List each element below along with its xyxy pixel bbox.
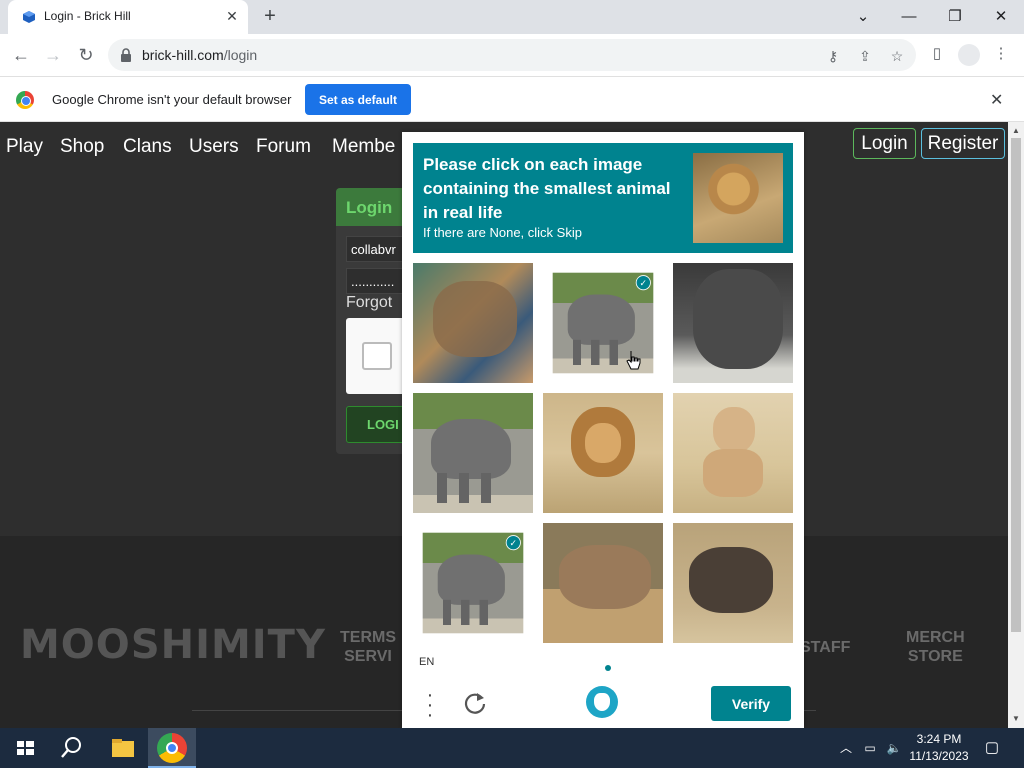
- infobar-close-icon[interactable]: ✕: [990, 90, 1003, 110]
- close-window-icon[interactable]: ✕: [988, 4, 1014, 30]
- challenge-tile-6[interactable]: [673, 393, 793, 513]
- url-text: brick-hill.com/login: [142, 47, 257, 63]
- brick-hill-favicon-icon: [23, 11, 35, 23]
- tab-strip: Login - Brick Hill ✕ + ⌄ — ❐ ✕: [0, 0, 1024, 34]
- nav-login-button[interactable]: Login: [853, 128, 916, 159]
- share-icon[interactable]: ⇪: [856, 47, 874, 65]
- tile-image: [413, 263, 533, 383]
- tab-active[interactable]: Login - Brick Hill ✕: [8, 0, 248, 34]
- page-dot: [595, 665, 601, 671]
- scroll-down-icon[interactable]: ▼: [1008, 712, 1024, 726]
- notifications-icon[interactable]: ▢: [984, 740, 1000, 756]
- challenge-tile-1[interactable]: [413, 263, 533, 383]
- side-panel-icon[interactable]: ▯: [926, 43, 948, 65]
- challenge-tile-7[interactable]: ✓: [422, 532, 524, 634]
- default-browser-infobar: Google Chrome isn't your default browser…: [0, 76, 1024, 122]
- chrome-icon-center: [166, 742, 178, 754]
- nav-play[interactable]: Play: [6, 136, 43, 158]
- url-path: /login: [223, 47, 258, 63]
- chrome-logo-icon: [16, 91, 34, 109]
- more-menu-icon[interactable]: ⋮: [990, 43, 1012, 65]
- tile-image: [413, 393, 533, 513]
- tile-image: [673, 263, 793, 383]
- language-selector[interactable]: EN: [419, 656, 434, 668]
- clock-date: 11/13/2023: [909, 749, 969, 763]
- challenge-sub-prompt: If there are None, click Skip: [423, 225, 582, 240]
- tile-image: [673, 523, 793, 643]
- nav-clans[interactable]: Clans: [123, 136, 172, 158]
- tile-image: [673, 393, 793, 513]
- scroll-thumb[interactable]: [1011, 138, 1021, 632]
- scroll-up-icon[interactable]: ▲: [1008, 124, 1024, 138]
- page-dot-active: [605, 665, 611, 671]
- challenge-tile-9[interactable]: [673, 523, 793, 643]
- challenge-tile-5[interactable]: [543, 393, 663, 513]
- selected-check-icon: ✓: [635, 275, 651, 291]
- infobar-message: Google Chrome isn't your default browser: [52, 92, 292, 107]
- mouse-pointer-hand-icon: [626, 351, 641, 370]
- profile-avatar[interactable]: [958, 44, 980, 66]
- selected-check-icon: ✓: [505, 535, 521, 551]
- nav-members[interactable]: Membe: [332, 136, 395, 158]
- nav-users[interactable]: Users: [189, 136, 239, 158]
- example-lion-image: [693, 153, 783, 243]
- challenge-header: Please click on each image containing th…: [413, 143, 793, 253]
- login-card-title: Login: [346, 198, 393, 217]
- footer-link-terms[interactable]: TERMS SERVI: [340, 628, 396, 666]
- challenge-prompt: Please click on each image containing th…: [423, 155, 671, 222]
- nav-register-button[interactable]: Register: [921, 128, 1005, 159]
- lock-icon: [121, 48, 131, 62]
- tile-image: [543, 523, 663, 643]
- volume-muted-icon[interactable]: 🔈: [886, 740, 902, 756]
- network-icon[interactable]: ▭: [862, 740, 878, 756]
- challenge-tile-4[interactable]: [413, 393, 533, 513]
- verify-button[interactable]: Verify: [711, 686, 791, 721]
- search-icon[interactable]: [57, 733, 87, 763]
- page-indicator: [595, 658, 615, 676]
- windows-start-icon[interactable]: [10, 733, 40, 763]
- forward-arrow-icon[interactable]: →: [40, 42, 66, 68]
- challenge-tile-8[interactable]: [543, 523, 663, 643]
- refresh-icon[interactable]: [462, 690, 488, 716]
- new-tab-icon[interactable]: +: [258, 5, 282, 29]
- set-as-default-button[interactable]: Set as default: [305, 84, 411, 115]
- browser-toolbar: ← → ↻ brick-hill.com/login ⚷ ⇪ ☆ ▯ ⋮: [0, 34, 1024, 76]
- tab-title: Login - Brick Hill: [44, 9, 131, 23]
- tab-close-icon[interactable]: ✕: [224, 8, 240, 24]
- nav-forum[interactable]: Forum: [256, 136, 311, 158]
- nav-shop[interactable]: Shop: [60, 136, 104, 158]
- chrome-icon[interactable]: [157, 733, 187, 763]
- clock-time: 3:24 PM: [916, 732, 962, 746]
- forgot-password-link[interactable]: Forgot: [346, 294, 392, 312]
- url-host: brick-hill.com: [142, 47, 224, 63]
- hcaptcha-logo-icon: [586, 686, 618, 718]
- minimize-icon[interactable]: —: [896, 4, 922, 30]
- restore-icon[interactable]: ❐: [942, 4, 968, 30]
- reload-icon[interactable]: ↻: [73, 42, 99, 68]
- captcha-checkbox[interactable]: [362, 342, 392, 370]
- tray-chevron-up-icon[interactable]: ︿: [838, 740, 854, 756]
- file-explorer-icon[interactable]: [108, 733, 138, 763]
- page-scrollbar[interactable]: ▲ ▼: [1008, 122, 1024, 728]
- footer-logo: MOOSHIMITY: [20, 622, 326, 668]
- key-icon[interactable]: ⚷: [824, 47, 842, 65]
- challenge-menu-icon[interactable]: · · ·: [422, 685, 438, 725]
- tab-search-chevron-down-icon[interactable]: ⌄: [850, 4, 876, 30]
- tile-image: [543, 393, 663, 513]
- footer-link-staff[interactable]: STAFF: [800, 638, 850, 657]
- captcha-challenge-dialog: Please click on each image containing th…: [402, 132, 804, 728]
- star-icon[interactable]: ☆: [888, 47, 906, 65]
- taskbar-clock[interactable]: 3:24 PM 11/13/2023: [906, 731, 972, 765]
- footer-link-merch[interactable]: MERCH STORE: [906, 628, 965, 666]
- windows-taskbar: ︿ ▭ 🔈 3:24 PM 11/13/2023 ▢: [0, 728, 1024, 768]
- challenge-tile-3[interactable]: [673, 263, 793, 383]
- address-bar[interactable]: brick-hill.com/login ⚷ ⇪ ☆: [108, 39, 916, 71]
- back-arrow-icon[interactable]: ←: [8, 42, 34, 68]
